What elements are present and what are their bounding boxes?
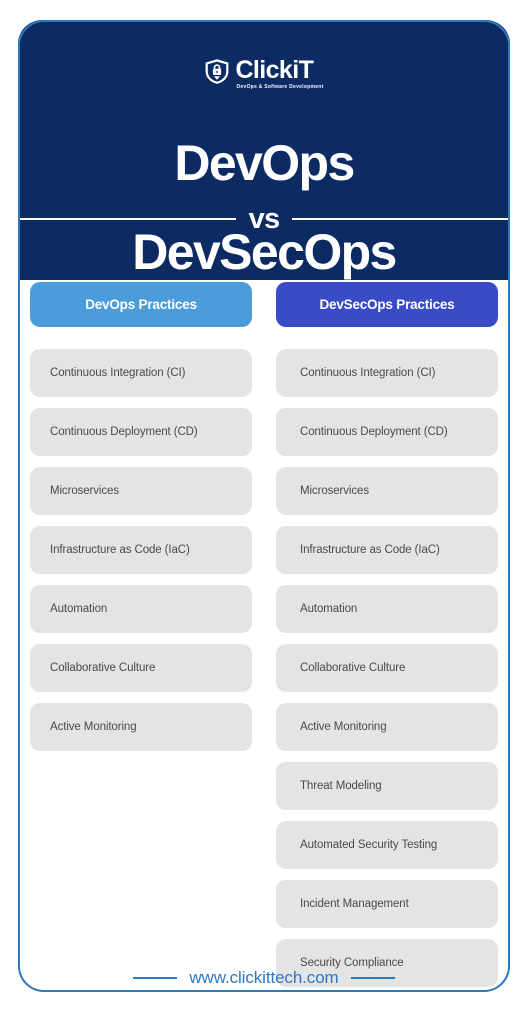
brand-name: ClickiT [235, 56, 314, 84]
footer-rule-right [350, 977, 395, 979]
list-item: Continuous Deployment (CD) [276, 408, 498, 456]
column-devops: DevOps Practices Continuous Integration … [30, 282, 252, 751]
list-item: Collaborative Culture [276, 644, 498, 692]
title-devops: DevOps [174, 135, 355, 191]
list-item: Infrastructure as Code (IaC) [30, 526, 252, 574]
list-item: Active Monitoring [276, 703, 498, 751]
infographic-poster: ClickiT DevOps & Software Development De… [0, 0, 528, 1024]
vs-rule-right [292, 218, 510, 220]
brand-wordmark: ClickiT DevOps & Software Development [235, 58, 323, 90]
column-devsecops: DevSecOps Practices Continuous Integrati… [276, 282, 498, 987]
comparison-columns: DevOps Practices Continuous Integration … [30, 282, 498, 987]
list-item: Microservices [276, 467, 498, 515]
list-item: Automation [30, 585, 252, 633]
vs-rule-left [18, 218, 236, 220]
title-devsecops: DevSecOps [132, 224, 397, 280]
list-item: Threat Modeling [276, 762, 498, 810]
list-item: Continuous Integration (CI) [276, 349, 498, 397]
list-item: Incident Management [276, 880, 498, 928]
list-item: Automated Security Testing [276, 821, 498, 869]
footer: www.clickittech.com [0, 968, 528, 988]
footer-rule-left [133, 977, 178, 979]
list-item: Infrastructure as Code (IaC) [276, 526, 498, 574]
list-item: Active Monitoring [30, 703, 252, 751]
hero-banner: ClickiT DevOps & Software Development De… [18, 20, 510, 280]
list-item: Microservices [30, 467, 252, 515]
footer-website-link[interactable]: www.clickittech.com [189, 968, 338, 988]
list-item: Automation [276, 585, 498, 633]
list-item: Collaborative Culture [30, 644, 252, 692]
list-item: Continuous Deployment (CD) [30, 408, 252, 456]
column-header-devsecops: DevSecOps Practices [276, 282, 498, 327]
brand-logo: ClickiT DevOps & Software Development [18, 58, 510, 90]
brand-tagline: DevOps & Software Development [236, 84, 324, 90]
list-item: Continuous Integration (CI) [30, 349, 252, 397]
column-header-devops: DevOps Practices [30, 282, 252, 327]
shield-lock-icon [204, 58, 230, 90]
